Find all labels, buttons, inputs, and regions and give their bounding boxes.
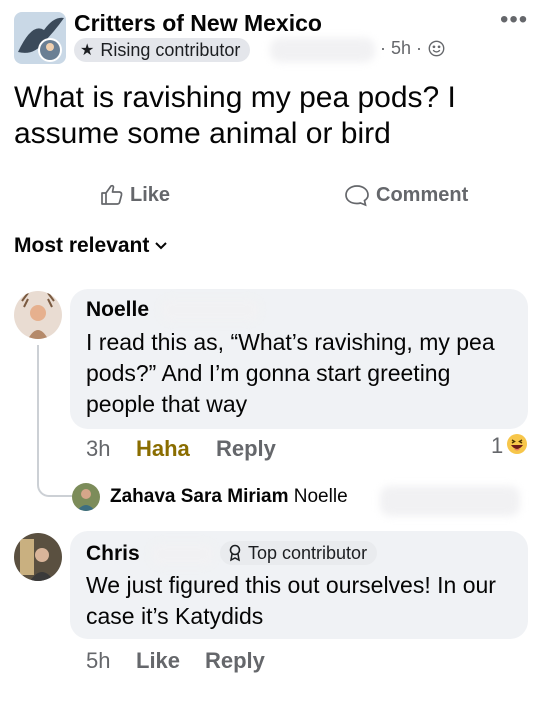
author-name-redacted <box>270 38 375 62</box>
award-icon <box>229 544 241 562</box>
chevron-down-icon <box>155 242 168 250</box>
comment-time[interactable]: 5h <box>86 648 110 674</box>
commenter-name[interactable]: Noelle <box>86 298 149 322</box>
post-meta: · 5h · <box>380 38 445 59</box>
group-name[interactable]: Critters of New Mexico <box>74 10 322 37</box>
rising-contributor-badge: ★ Rising contributor <box>74 38 251 62</box>
zahava-avatar[interactable] <box>72 483 100 511</box>
badge-label: Rising contributor <box>100 39 241 60</box>
reply-thread-line <box>37 345 73 497</box>
like-link[interactable]: Like <box>136 648 180 674</box>
sort-dropdown[interactable]: Most relevant <box>14 234 168 258</box>
like-label: Like <box>130 183 171 206</box>
comment-button[interactable]: Comment <box>344 180 468 210</box>
commenter-surname-redacted <box>150 542 215 566</box>
comment-text: I read this as, “What’s ravishing, my pe… <box>86 329 495 417</box>
comment-label: Comment <box>376 183 469 206</box>
reply-link[interactable]: Reply <box>205 648 265 674</box>
post-time[interactable]: · 5h · <box>380 38 422 59</box>
commenter-name[interactable]: Chris <box>86 542 140 566</box>
badge-label: Top contributor <box>248 542 368 563</box>
commenter-surname-redacted <box>160 298 260 322</box>
comment-icon <box>345 185 369 207</box>
chris-avatar[interactable] <box>14 533 62 581</box>
like-button[interactable]: Like <box>100 180 170 210</box>
public-audience-icon <box>428 40 445 57</box>
comment-time[interactable]: 3h <box>86 436 110 462</box>
top-contributor-badge: Top contributor <box>220 541 378 565</box>
haha-emoji-icon <box>507 434 527 454</box>
noelle-avatar[interactable] <box>14 291 62 339</box>
comment-text: We just figured this out ourselves! In o… <box>86 572 496 629</box>
group-avatar[interactable] <box>14 12 66 64</box>
reply-link[interactable]: Reply <box>216 436 276 462</box>
thumbs-up-icon <box>101 184 123 205</box>
reply-mention: Noelle <box>293 486 348 507</box>
reply-author: Zahava Sara Miriam <box>110 486 289 507</box>
star-icon: ★ <box>80 42 95 59</box>
reaction-count[interactable]: 1 <box>491 433 503 459</box>
reply-preview[interactable]: Zahava Sara Miriam Noelle <box>110 486 348 508</box>
sort-label: Most relevant <box>14 234 150 257</box>
more-options-icon[interactable]: ••• <box>500 6 528 34</box>
haha-reaction-link[interactable]: Haha <box>136 436 190 462</box>
reply-text-redacted <box>380 486 520 516</box>
post-text: What is ravishing my pea pods? I assume … <box>14 81 456 150</box>
